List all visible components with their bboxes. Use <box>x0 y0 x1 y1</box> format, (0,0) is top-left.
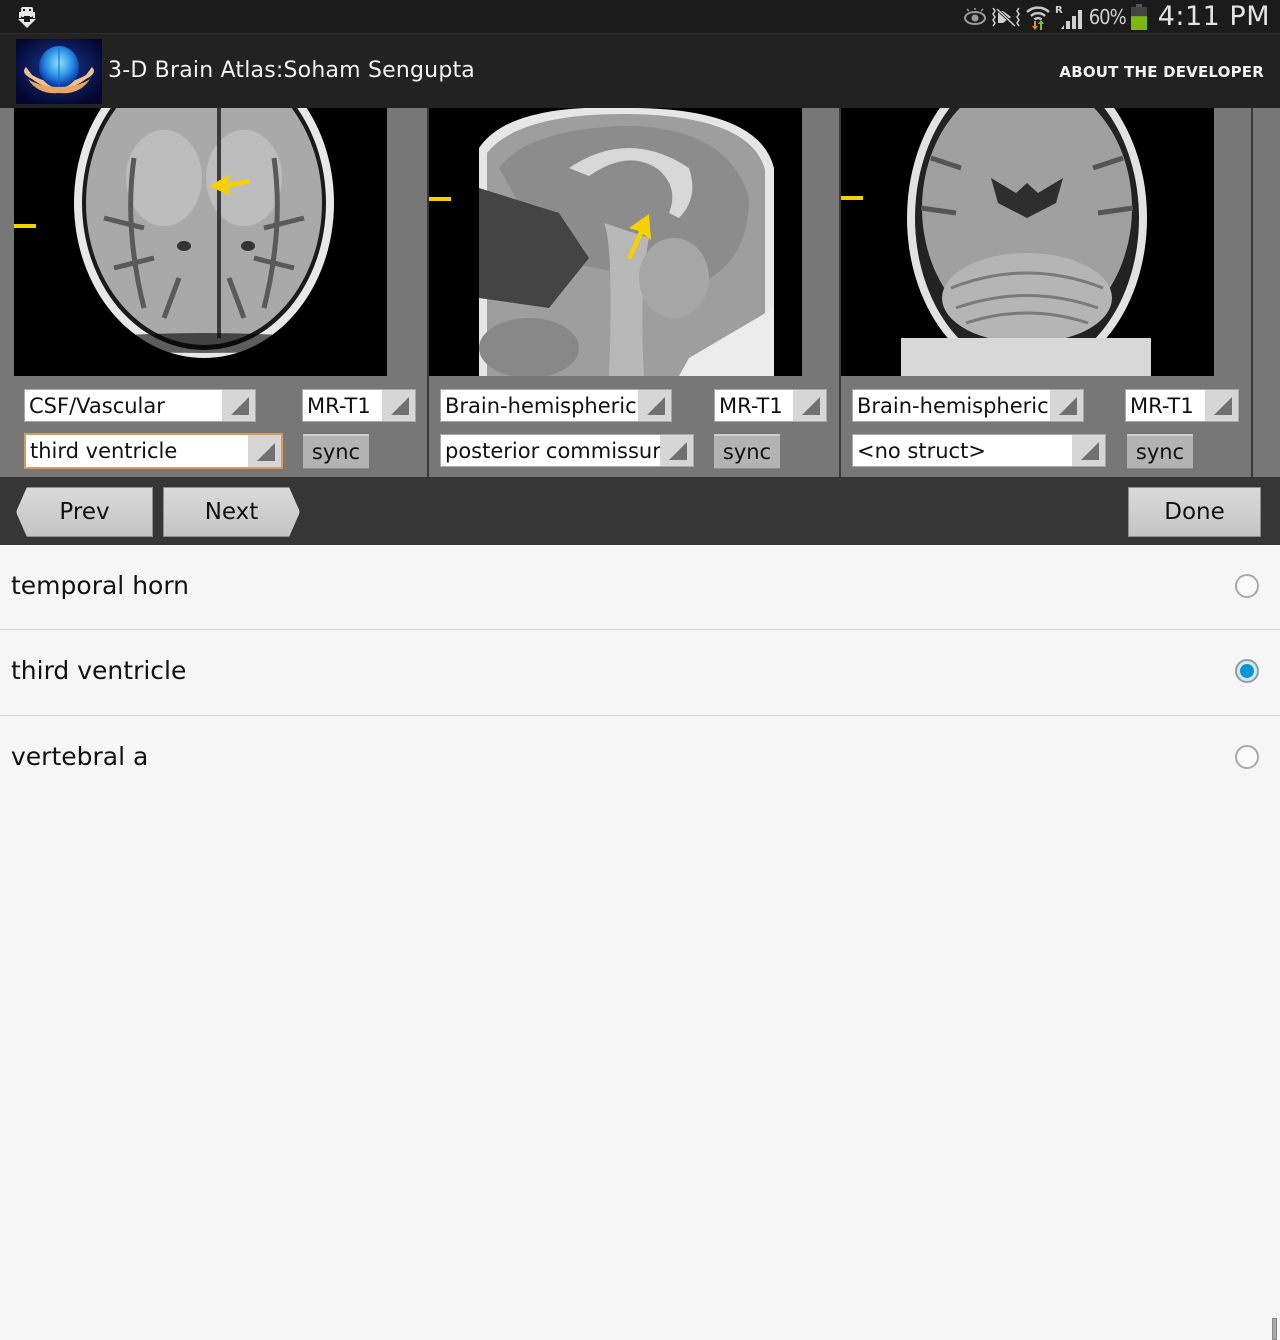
sagittal-pointer-arrow-icon <box>627 214 651 260</box>
dropdown-arrow-icon <box>660 435 693 466</box>
eye-icon <box>963 7 986 25</box>
axial-mri-image[interactable] <box>14 108 387 376</box>
app-title: 3-D Brain Atlas:Soham Sengupta <box>108 58 475 83</box>
coronal-category-dropdown[interactable]: Brain-hemispheric <box>852 389 1084 422</box>
axial-modality-dropdown[interactable]: MR-T1 <box>302 389 416 422</box>
clock: 4:11 PM <box>1157 1 1270 32</box>
dropdown-arrow-icon <box>222 390 255 421</box>
coronal-slice-marker[interactable] <box>841 196 863 200</box>
axial-sync-button[interactable]: sync <box>303 434 369 469</box>
dropdown-arrow-icon <box>1072 435 1105 466</box>
coronal-mri-image[interactable] <box>841 108 1214 376</box>
radio-button[interactable] <box>1235 659 1259 683</box>
vibrate-mute-icon <box>991 7 1020 27</box>
axial-pointer-arrow-icon <box>209 174 250 196</box>
dropdown-arrow-icon <box>1205 390 1238 421</box>
navigation-bar: Prev Next Done <box>0 477 1280 545</box>
next-button[interactable]: Next <box>163 487 300 537</box>
list-item[interactable]: temporal horn <box>0 545 1280 630</box>
done-button[interactable]: Done <box>1128 487 1261 537</box>
coronal-modality-dropdown[interactable]: MR-T1 <box>1125 389 1239 422</box>
about-developer-button[interactable]: ABOUT THE DEVELOPER <box>1059 63 1264 81</box>
action-bar: 3-D Brain Atlas:Soham Sengupta ABOUT THE… <box>0 33 1280 108</box>
wifi-icon <box>1025 5 1050 30</box>
sagittal-modality-dropdown[interactable]: MR-T1 <box>714 389 827 422</box>
sagittal-panel: Brain-hemispheric MR-T1 posterior commis… <box>428 108 840 477</box>
signal-icon: R <box>1055 5 1082 29</box>
battery-icon <box>1130 3 1147 30</box>
sagittal-sync-button[interactable]: sync <box>714 434 780 469</box>
dropdown-arrow-icon <box>382 390 415 421</box>
dropdown-arrow-icon <box>1050 390 1083 421</box>
dropdown-arrow-icon <box>248 435 281 467</box>
panel-divider <box>1251 108 1253 477</box>
status-icons: R 60% 4:11 PM <box>963 0 1270 33</box>
list-item[interactable]: vertebral a <box>0 716 1280 801</box>
axial-structure-dropdown[interactable]: third ventricle <box>24 433 283 469</box>
coronal-sync-button[interactable]: sync <box>1127 434 1193 469</box>
scrollbar-thumb[interactable] <box>1272 1318 1277 1340</box>
list-item[interactable]: third ventricle <box>0 630 1280 716</box>
sagittal-category-dropdown[interactable]: Brain-hemispheric <box>440 389 672 422</box>
coronal-panel: Brain-hemispheric MR-T1 <no struct> sync <box>840 108 1252 477</box>
dropdown-arrow-icon <box>793 390 826 421</box>
sagittal-slice-marker[interactable] <box>429 197 451 201</box>
battery-percent: 60% <box>1088 4 1127 29</box>
prev-button[interactable]: Prev <box>16 487 153 537</box>
sagittal-mri-image[interactable] <box>429 108 802 376</box>
list-item-label: temporal horn <box>11 571 190 600</box>
svg-text:R: R <box>1055 5 1063 16</box>
radio-button[interactable] <box>1235 574 1259 598</box>
download-notification-icon[interactable] <box>14 4 40 30</box>
axial-slice-marker[interactable] <box>14 224 36 228</box>
brain-app-icon[interactable] <box>16 39 102 104</box>
dropdown-arrow-icon <box>638 390 671 421</box>
coronal-structure-dropdown[interactable]: <no struct> <box>852 434 1106 467</box>
image-viewer: CSF/Vascular MR-T1 third ventricle sync <box>0 108 1280 477</box>
structure-list: temporal horn third ventricle vertebral … <box>0 545 1280 1340</box>
axial-category-dropdown[interactable]: CSF/Vascular <box>24 389 256 422</box>
list-item-label: third ventricle <box>11 656 187 685</box>
list-item-label: vertebral a <box>11 742 149 771</box>
sagittal-structure-dropdown[interactable]: posterior commissure <box>440 434 694 467</box>
radio-button[interactable] <box>1235 745 1259 769</box>
status-bar: R 60% 4:11 PM <box>0 0 1280 33</box>
axial-panel: CSF/Vascular MR-T1 third ventricle sync <box>0 108 428 477</box>
